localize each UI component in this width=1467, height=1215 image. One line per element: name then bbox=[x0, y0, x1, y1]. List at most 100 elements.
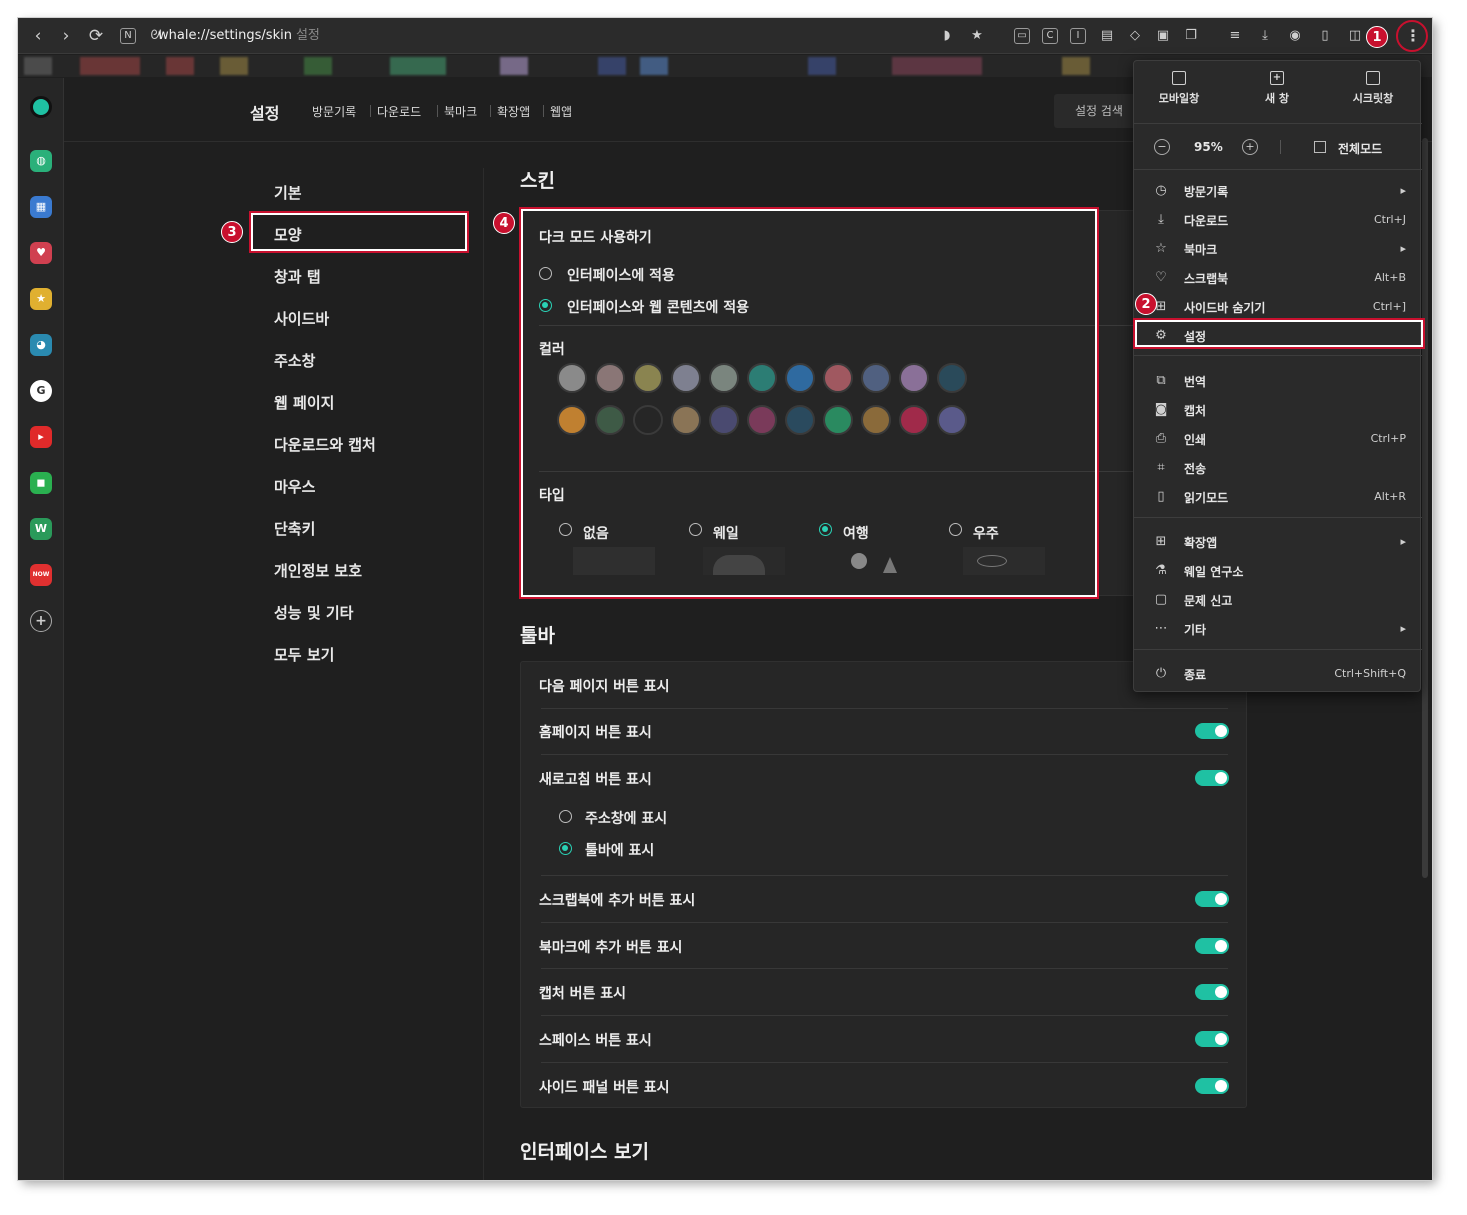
bookmark-item[interactable] bbox=[598, 57, 626, 75]
shield-icon[interactable]: ◗ bbox=[936, 25, 958, 47]
google-icon[interactable]: G bbox=[30, 380, 52, 402]
extension-briefcase-icon[interactable]: ▣ bbox=[1152, 25, 1174, 47]
left-nav-item-windows-tabs[interactable]: 창과 탭 bbox=[274, 266, 321, 287]
bookmark-item[interactable] bbox=[80, 57, 140, 75]
menu-item-capture[interactable]: ◙ 캡처 bbox=[1134, 395, 1422, 424]
download-icon[interactable]: ⤓ bbox=[1254, 25, 1276, 47]
refresh-toolbar-label[interactable]: 툴바에 표시 bbox=[585, 840, 654, 860]
main-menu: 모바일창 + 새 창 시크릿창 − 95% + 전체모드 ◷ 방문기록 ▸ ⤓ 다운로드… bbox=[1133, 60, 1422, 692]
shopping-icon[interactable]: ◼ bbox=[30, 472, 52, 494]
bookmark-item[interactable] bbox=[304, 57, 332, 75]
toggle-space[interactable] bbox=[1195, 1031, 1229, 1047]
secret-window-button[interactable]: 시크릿창 bbox=[1328, 71, 1418, 106]
split-view-icon[interactable]: ◫ bbox=[1344, 25, 1366, 47]
playlist-icon[interactable]: ≡ bbox=[1224, 25, 1246, 47]
menu-item-hide-sidebar[interactable]: ⊞ 사이드바 숨기기 Ctrl+] bbox=[1134, 292, 1422, 321]
bookmark-item[interactable] bbox=[892, 57, 982, 75]
bookmark-item[interactable] bbox=[500, 57, 528, 75]
menu-item-reading-mode[interactable]: ▯ 읽기모드 Alt+R bbox=[1134, 482, 1422, 511]
toggle-home[interactable] bbox=[1195, 723, 1229, 739]
menu-item-history[interactable]: ◷ 방문기록 ▸ bbox=[1134, 176, 1422, 205]
reload-icon[interactable]: ⟳ bbox=[84, 24, 108, 48]
left-nav-item-view-all[interactable]: 모두 보기 bbox=[274, 644, 334, 665]
extension-c-icon[interactable]: C bbox=[1042, 28, 1058, 44]
toggle-refresh[interactable] bbox=[1195, 770, 1229, 786]
nav-link-downloads[interactable]: 다운로드 bbox=[377, 103, 421, 120]
toggle-scrapbook[interactable] bbox=[1195, 891, 1229, 907]
menu-item-whale-lab[interactable]: ⚗ 웨일 연구소 bbox=[1134, 556, 1422, 585]
reader-icon[interactable]: ▯ bbox=[1314, 25, 1336, 47]
zoom-in-icon[interactable]: + bbox=[1242, 139, 1258, 155]
menu-item-cast[interactable]: ⌗ 전송 bbox=[1134, 453, 1422, 482]
nav-link-bookmarks[interactable]: 북마크 bbox=[444, 103, 477, 120]
left-nav-item-address-bar[interactable]: 주소창 bbox=[274, 350, 315, 371]
menu-item-exit[interactable]: ⏻ 종료 Ctrl+Shift+Q bbox=[1134, 659, 1422, 688]
papago-icon[interactable]: ◕ bbox=[30, 334, 52, 356]
settings-search-input[interactable]: 설정 검색 bbox=[1054, 94, 1144, 128]
forward-icon[interactable]: › bbox=[54, 24, 78, 48]
fullscreen-icon[interactable] bbox=[1314, 141, 1326, 153]
bookmark-item[interactable] bbox=[808, 57, 836, 75]
favorites-icon[interactable]: ★ bbox=[30, 288, 52, 310]
now-icon[interactable]: NOW bbox=[30, 564, 52, 586]
menu-item-extensions[interactable]: ⊞ 확장앱 ▸ bbox=[1134, 527, 1422, 556]
bookmark-item[interactable] bbox=[390, 57, 446, 75]
left-nav-item-basic[interactable]: 기본 bbox=[274, 182, 302, 203]
whale-space-icon[interactable] bbox=[30, 96, 52, 118]
new-window-button[interactable]: + 새 창 bbox=[1232, 71, 1322, 106]
extension-diamond-icon[interactable]: ◇ bbox=[1124, 25, 1146, 47]
refresh-address-bar-label[interactable]: 주소창에 표시 bbox=[585, 808, 667, 828]
menu-item-scrapbook[interactable]: ♡ 스크랩북 Alt+B bbox=[1134, 263, 1422, 292]
column-divider bbox=[483, 168, 484, 1180]
add-icon[interactable]: + bbox=[30, 610, 52, 632]
pocket-icon[interactable]: ♥ bbox=[30, 242, 52, 264]
extension-list-icon[interactable]: ▤ bbox=[1096, 25, 1118, 47]
menu-item-report[interactable]: ▢ 문제 신고 bbox=[1134, 585, 1422, 614]
left-nav-item-web-page[interactable]: 웹 페이지 bbox=[274, 392, 334, 413]
toggle-capture[interactable] bbox=[1195, 984, 1229, 1000]
url-field[interactable]: whale://settings/skin 설정 bbox=[158, 26, 320, 46]
menu-item-downloads[interactable]: ⤓ 다운로드 Ctrl+J bbox=[1134, 205, 1422, 234]
radio-refresh-toolbar[interactable] bbox=[559, 842, 572, 855]
mobile-window-button[interactable]: 모바일창 bbox=[1134, 71, 1224, 106]
menu-item-more[interactable]: ⋯ 기타 ▸ bbox=[1134, 614, 1422, 643]
left-nav-item-mouse[interactable]: 마우스 bbox=[274, 476, 315, 497]
extension-icon[interactable]: ▭ bbox=[1014, 28, 1030, 44]
fullscreen-button[interactable]: 전체모드 bbox=[1338, 140, 1382, 157]
sidebar-app-icon[interactable]: ◍ bbox=[30, 150, 52, 172]
naver-icon[interactable]: N bbox=[120, 28, 136, 44]
toggle-side-panel[interactable] bbox=[1195, 1078, 1229, 1094]
left-nav-item-download-capture[interactable]: 다운로드와 캡처 bbox=[274, 434, 376, 455]
menu-item-bookmarks[interactable]: ☆ 북마크 ▸ bbox=[1134, 234, 1422, 263]
youtube-icon[interactable]: ▸ bbox=[30, 426, 52, 448]
nav-link-webapps[interactable]: 웹앱 bbox=[550, 103, 572, 120]
sidebar: ◍ ▦ ♥ ★ ◕ G ▸ ◼ W NOW + bbox=[18, 78, 64, 1180]
left-nav-item-sidebar[interactable]: 사이드바 bbox=[274, 308, 329, 329]
bookmark-item[interactable] bbox=[1062, 57, 1090, 75]
bookmark-star-icon[interactable]: ★ bbox=[966, 25, 988, 47]
toggle-bookmark[interactable] bbox=[1195, 938, 1229, 954]
nav-link-extensions[interactable]: 확장앱 bbox=[497, 103, 530, 120]
calendar-icon[interactable]: ▦ bbox=[30, 196, 52, 218]
scrollbar[interactable] bbox=[1422, 138, 1428, 878]
left-nav-item-performance[interactable]: 성능 및 기타 bbox=[274, 602, 353, 623]
capture-icon[interactable]: ◉ bbox=[1284, 25, 1306, 47]
menu-item-translate[interactable]: ⧉ 번역 bbox=[1134, 366, 1422, 395]
bookmark-item[interactable] bbox=[166, 57, 194, 75]
clock-icon: ◷ bbox=[1155, 183, 1167, 198]
zoom-out-icon[interactable]: − bbox=[1154, 139, 1170, 155]
extension-i-icon[interactable]: I bbox=[1070, 28, 1086, 44]
menu-item-print[interactable]: ⎙ 인쇄 Ctrl+P bbox=[1134, 424, 1422, 453]
nav-link-history[interactable]: 방문기록 bbox=[312, 103, 356, 120]
left-nav-item-privacy[interactable]: 개인정보 보호 bbox=[274, 560, 362, 581]
extension-copy-icon[interactable]: ❐ bbox=[1180, 25, 1202, 47]
left-nav-item-shortcuts[interactable]: 단축키 bbox=[274, 518, 315, 539]
webtoon-icon[interactable]: W bbox=[30, 518, 52, 540]
bookmark-item[interactable] bbox=[640, 57, 668, 75]
back-icon[interactable]: ‹ bbox=[26, 24, 50, 48]
bookmark-item[interactable] bbox=[220, 57, 248, 75]
bookmark-item[interactable] bbox=[24, 57, 52, 75]
radio-refresh-address-bar[interactable] bbox=[559, 810, 572, 823]
toolbar-row-capture: 캡처 버튼 표시 bbox=[539, 986, 627, 1002]
url-text: whale://settings/skin bbox=[158, 28, 292, 43]
